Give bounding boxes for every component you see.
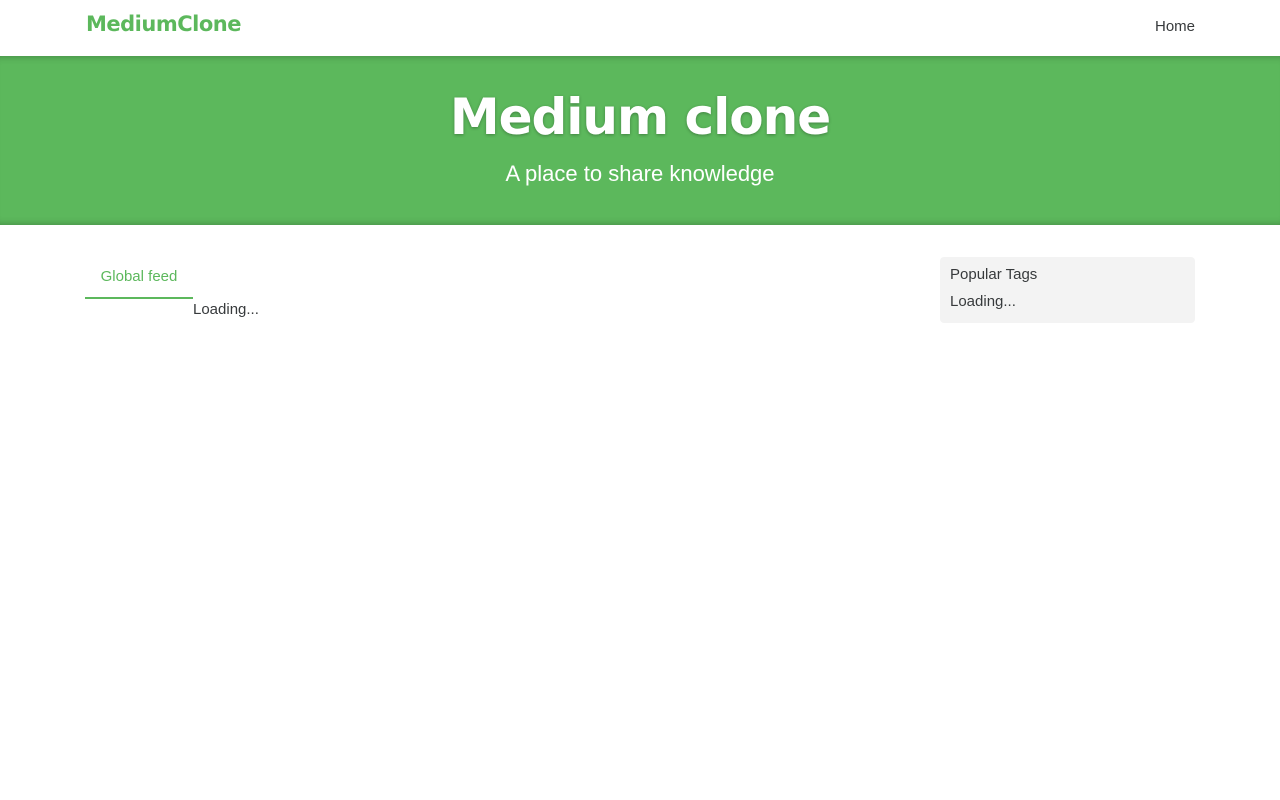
banner-subtitle: A place to share knowledge [505,161,775,186]
nav-link-home[interactable]: Home [1155,18,1195,35]
brand-logo-link[interactable]: MediumClone [86,12,241,36]
tags-loading-text: Loading... [950,293,1016,310]
hero-banner: Medium clone A place to share knowledge [0,56,1280,225]
popular-tags-sidebar: Popular Tags Loading... [940,257,1195,323]
tab-global-feed[interactable]: Global feed [85,268,193,285]
popular-tags-title: Popular Tags [950,266,1038,283]
feed-loading-text: Loading... [193,301,259,318]
top-navbar: MediumClone Home [0,0,1280,56]
banner-title: Medium clone [449,88,831,146]
feed-toggle: Global feed [85,257,193,299]
